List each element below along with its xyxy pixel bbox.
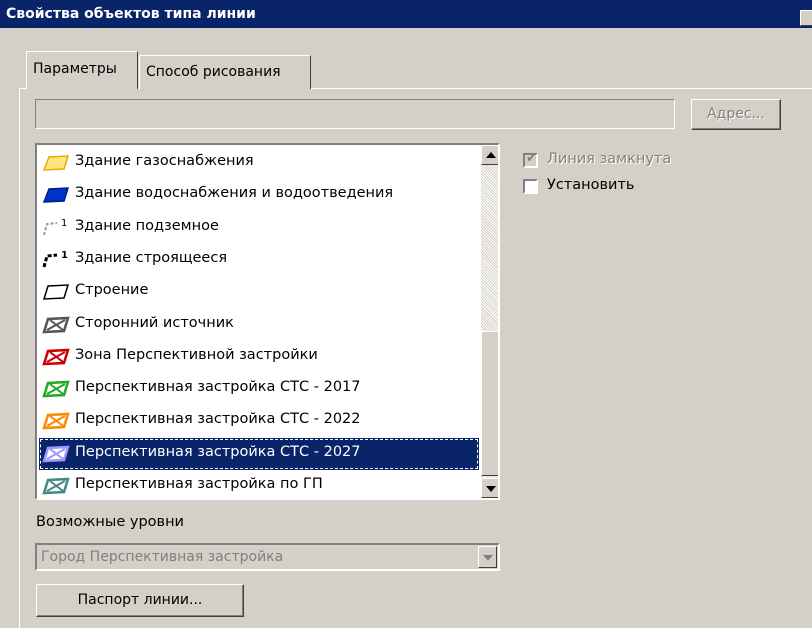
list-item-label: Зона Перспективной застройки [75,346,318,363]
tab-parameters[interactable]: Параметры [26,51,138,89]
line-passport-button-label: Паспорт линии... [77,592,203,608]
underground-building-icon: 1 [43,218,67,235]
title-bar: Свойства объектов типа линии [0,0,812,28]
arrow-down-icon [486,486,496,492]
checkmark-icon: ✔ [526,151,537,166]
address-button[interactable]: Адрес... [691,99,781,130]
list-item-label: Здание газоснабжения [75,153,254,169]
gas-supply-building-icon [42,155,70,171]
levels-label: Возможные уровни [36,514,184,530]
perspective-zone-icon [42,348,70,366]
water-supply-building-icon [42,187,70,204]
list-item[interactable]: Перспективная застройка СТС - 2017 [39,373,479,405]
levels-combobox[interactable]: Город Перспективная застройка [35,543,500,571]
list-item[interactable]: Зона Перспективной застройки [39,341,479,373]
list-item[interactable]: Перспективная застройка СТС - 2027 [39,437,479,470]
set-checkbox[interactable] [523,179,538,194]
list-item[interactable]: 1 Здание подземное [39,212,479,244]
list-item[interactable]: Сторонний источник [39,309,479,341]
list-item[interactable]: Здание газоснабжения [39,147,479,179]
perspective-2022-icon [42,413,70,430]
line-type-list[interactable]: Здание газоснабжения Здание водоснабжения… [35,143,500,500]
list-item-label: Перспективная застройка СТС - 2017 [75,379,361,396]
list-item[interactable]: Здание водоснабжения и водоотведения [39,179,479,211]
list-item[interactable]: Перспективная застройка по ГП [39,470,479,498]
set-label: Установить [547,177,635,193]
structure-icon [42,284,70,300]
window-title: Свойства объектов типа линии [6,6,256,22]
list-item-label: Строение [75,282,149,299]
list-item[interactable]: Перспективная застройка СТС - 2022 [39,405,479,437]
closed-line-checkbox[interactable]: ✔ [523,151,538,168]
perspective-2027-icon [42,445,70,463]
list-item-label: Сторонний источник [75,314,234,331]
perspective-gp-icon [42,477,70,495]
list-item-label: Здание водоснабжения и водоотведения [75,185,394,202]
tab-parameters-label: Параметры [33,61,117,77]
address-button-label: Адрес... [707,106,765,122]
path-field[interactable] [35,99,675,129]
building-under-construction-icon: 1 [42,250,68,268]
scroll-down-button[interactable] [481,478,498,498]
arrow-up-icon [486,152,496,158]
third-party-source-icon [42,316,70,333]
svg-text:1: 1 [61,218,67,229]
list-item-label: Здание строящееся [75,249,228,266]
list-item-label: Здание подземное [75,217,219,234]
svg-text:1: 1 [61,250,68,261]
system-button[interactable] [800,10,812,26]
tab-drawing-method-label: Способ рисования [146,64,281,80]
list-item-label: Перспективная застройка СТС - 2022 [75,411,361,428]
list-scrollbar[interactable] [481,145,498,498]
list-item[interactable]: 1 Здание строящееся [39,244,479,276]
line-passport-button[interactable]: Паспорт линии... [36,584,244,617]
closed-line-label: Линия замкнута [547,151,672,167]
scroll-up-button[interactable] [481,145,498,165]
tab-drawing-method[interactable]: Способ рисования [139,55,311,89]
chevron-down-icon [483,555,493,561]
list-item-label: Перспективная застройка по ГП [75,476,323,492]
levels-dropdown-button[interactable] [478,546,497,568]
levels-value: Город Перспективная застройка [41,549,284,565]
list-item-label: Перспективная застройка СТС - 2027 [75,443,361,460]
perspective-2017-icon [42,380,70,398]
list-item[interactable]: Строение [39,276,479,308]
scroll-thumb[interactable] [481,331,498,476]
